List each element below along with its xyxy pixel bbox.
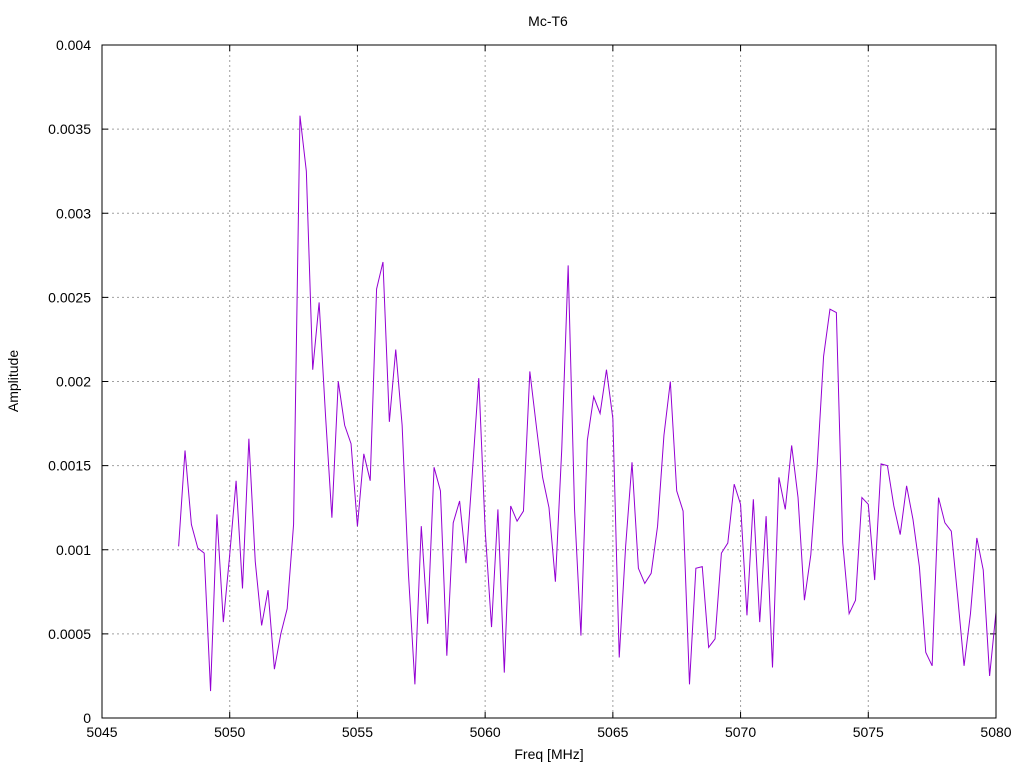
x-tick-label: 5055	[342, 724, 373, 740]
x-tick-label: 5080	[980, 724, 1011, 740]
y-tick-label: 0	[83, 710, 91, 726]
x-tick-label: 5060	[470, 724, 501, 740]
y-tick-label: 0.003	[56, 205, 91, 221]
y-axis-title: Amplitude	[5, 350, 21, 412]
chart-canvas: Mc-T6 5045 5050 5055 5060 5065 5070 5075 5080 0 0…	[5, 13, 1012, 762]
grid	[102, 45, 996, 718]
y-tick-label: 0.0015	[48, 458, 91, 474]
series-line	[178, 115, 997, 692]
x-tick-label: 5045	[86, 724, 117, 740]
y-tick-label: 0.0035	[48, 121, 91, 137]
y-tick-label: 0.004	[56, 37, 91, 53]
x-tick-label: 5050	[214, 724, 245, 740]
y-tick-label: 0.0005	[48, 626, 91, 642]
x-tick-label: 5070	[725, 724, 756, 740]
x-axis-title: Freq [MHz]	[514, 746, 583, 762]
x-tick-label: 5075	[853, 724, 884, 740]
y-tick-label: 0.0025	[48, 289, 91, 305]
x-tick-label: 5065	[597, 724, 628, 740]
y-tick-label: 0.002	[56, 374, 91, 390]
series-layer	[178, 115, 997, 692]
axis-ticks: 5045 5050 5055 5060 5065 5070 5075 5080 0 0.0005 0…	[48, 37, 1012, 740]
chart-title: Mc-T6	[528, 13, 568, 29]
y-tick-label: 0.001	[56, 542, 91, 558]
